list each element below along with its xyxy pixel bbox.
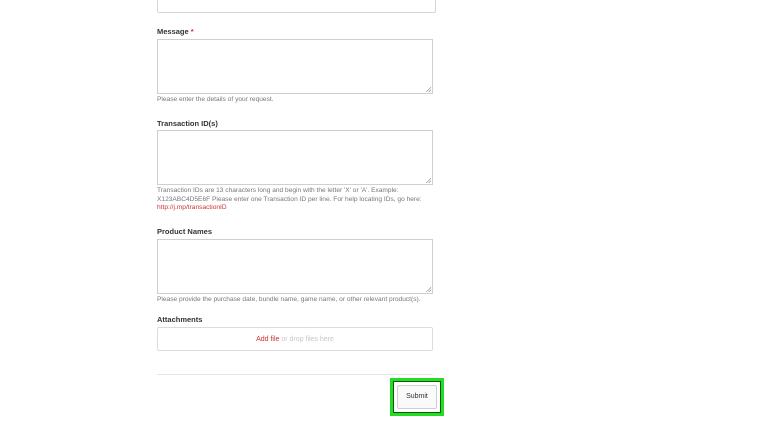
resize-grip-icon[interactable]: [426, 87, 431, 92]
previous-input-field[interactable]: [157, 0, 436, 13]
transaction-ids-textarea[interactable]: [157, 130, 433, 185]
resize-grip-icon[interactable]: [426, 287, 431, 292]
product-names-label: Product Names: [157, 227, 213, 236]
product-names-textarea[interactable]: [157, 239, 433, 294]
form-divider: [157, 374, 433, 375]
transaction-id-help-link[interactable]: http://j.mp/transactionID: [157, 204, 227, 211]
transaction-ids-label: Transaction ID(s): [157, 119, 218, 128]
transaction-ids-hint-text: Transaction IDs are 13 characters long a…: [157, 187, 422, 203]
transaction-ids-hint: Transaction IDs are 13 characters long a…: [157, 187, 432, 213]
add-file-link[interactable]: Add file: [256, 336, 279, 343]
required-asterisk: *: [190, 27, 194, 36]
drop-files-text: or drop files here: [279, 336, 334, 343]
message-hint: Please enter the details of your request…: [157, 96, 274, 103]
message-textarea[interactable]: [157, 39, 433, 94]
message-label-text: Message: [157, 27, 189, 36]
product-names-hint: Please provide the purchase date, bundle…: [157, 296, 421, 303]
message-label: Message *: [157, 27, 194, 36]
attachments-label: Attachments: [157, 315, 203, 324]
resize-grip-icon[interactable]: [426, 178, 431, 183]
submit-button[interactable]: Submit: [397, 385, 437, 409]
attachments-dropzone[interactable]: Add file or drop files here: [157, 327, 433, 351]
